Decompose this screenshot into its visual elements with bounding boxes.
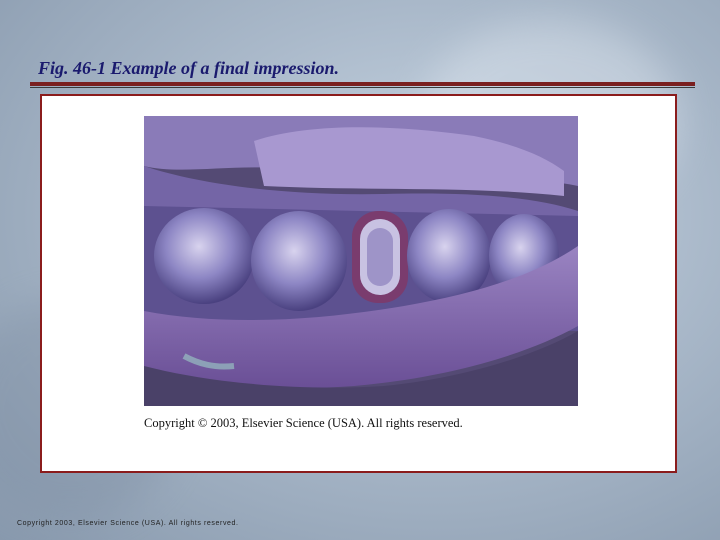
dental-impression-image xyxy=(144,116,578,406)
impression-photo xyxy=(144,116,578,406)
slide-footer: Copyright 2003, Elsevier Science (USA). … xyxy=(17,520,239,527)
title-rule-shadow xyxy=(30,87,695,88)
figure-frame: Copyright © 2003, Elsevier Science (USA)… xyxy=(40,94,677,473)
figure-caption: Copyright © 2003, Elsevier Science (USA)… xyxy=(144,416,463,430)
slide-title: Fig. 46-1 Example of a final impression. xyxy=(38,58,340,78)
title-rule xyxy=(30,82,695,86)
